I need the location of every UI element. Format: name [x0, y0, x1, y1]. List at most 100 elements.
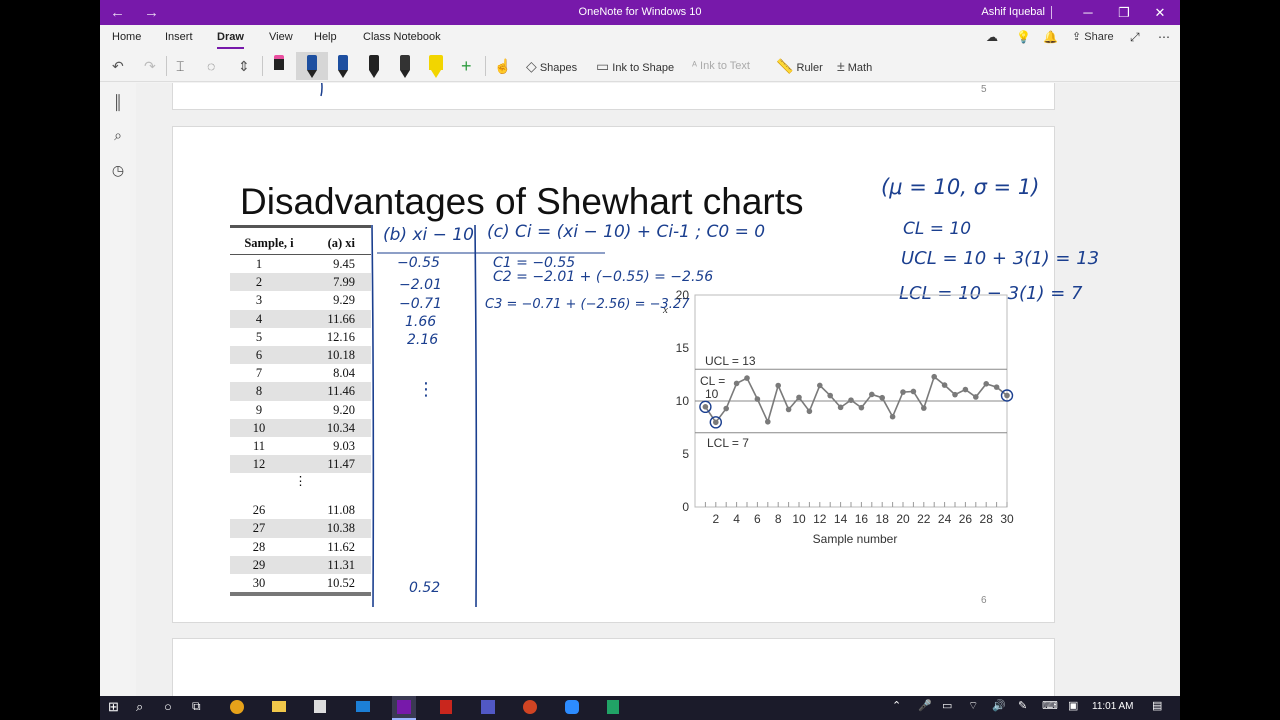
file-explorer-icon[interactable] — [272, 701, 286, 712]
ink-ucl: UCL = 10 + 3(1) = 13 — [901, 248, 1100, 269]
ink-to-text-button[interactable]: ᴬ Ink to Text — [692, 50, 750, 82]
tab-home[interactable]: Home — [112, 25, 141, 50]
excel-icon[interactable] — [607, 700, 619, 714]
black-pen-2-icon[interactable] — [363, 52, 385, 80]
teams-icon[interactable] — [481, 700, 495, 714]
pen-tip — [338, 70, 348, 78]
sync-icon[interactable]: ☁ — [986, 25, 998, 50]
table-row: 8 11.46 — [230, 382, 371, 401]
more-options-icon[interactable]: ⋯ — [1158, 25, 1170, 50]
pencil-icon[interactable] — [394, 52, 416, 80]
data-point — [1004, 392, 1010, 399]
blue-pen-icon[interactable] — [296, 52, 328, 80]
store-icon[interactable] — [314, 700, 326, 713]
black-pen-icon[interactable] — [332, 52, 354, 80]
keyboard-icon[interactable]: ⌨ — [1042, 699, 1058, 712]
sample-value: 11.66 — [327, 311, 355, 326]
toolbar-divider — [166, 56, 167, 76]
page-canvas[interactable]: 5 Disadvantages of Shewhart charts Sampl… — [136, 83, 1180, 696]
x-tick-label: 30 — [1000, 512, 1014, 526]
restore-button[interactable]: ❐ — [1106, 0, 1142, 25]
table-row: 3 9.29 — [230, 291, 371, 309]
pen-body — [400, 55, 410, 70]
redo-icon[interactable]: ↷ — [144, 50, 156, 82]
start-icon[interactable]: ⊞ — [108, 700, 122, 714]
tab-view[interactable]: View — [269, 25, 293, 50]
microphone-icon[interactable]: 🎤 — [918, 699, 932, 712]
highlighter-icon[interactable] — [425, 52, 447, 80]
close-button[interactable]: ✕ — [1142, 0, 1178, 25]
table-row: 4 11.66 — [230, 309, 371, 328]
add-space-icon[interactable]: ⇕ — [238, 50, 250, 82]
mail-icon[interactable] — [356, 701, 370, 712]
volume-icon[interactable]: 🔊 — [992, 699, 1006, 712]
sample-value: 10.34 — [326, 420, 355, 435]
lasso-select-icon[interactable]: ◌ — [207, 50, 215, 82]
sample-index: 1 — [255, 257, 263, 271]
data-point — [921, 405, 927, 411]
task-view-icon[interactable]: ⧉ — [192, 699, 201, 714]
search-taskbar-icon[interactable]: ⌕ — [136, 699, 143, 715]
data-point — [941, 382, 948, 388]
recent-clock-icon[interactable]: ◷ — [109, 161, 127, 179]
sample-value: 10.18 — [326, 347, 355, 362]
ink-b-last: 0.52 — [409, 580, 441, 596]
powerpoint-icon[interactable] — [523, 700, 537, 714]
touch-draw-icon[interactable]: ☝ — [494, 50, 511, 82]
chrome-icon[interactable] — [230, 700, 244, 714]
user-name[interactable]: Ashif Iquebal — [981, 0, 1045, 25]
ink-to-shape-button[interactable]: ▭ Ink to Shape — [596, 50, 674, 82]
table-row: 29 11.31 — [230, 555, 371, 574]
math-button[interactable]: ± Math — [837, 50, 872, 82]
tab-class-notebook[interactable]: Class Notebook — [363, 25, 441, 50]
undo-icon[interactable]: ↶ — [112, 50, 124, 82]
data-table: Sample, i (a) xi 1 9.45 2 7.99 3 9.29 4 11.66 5 1… — [230, 225, 371, 597]
expand-icon[interactable]: ⤢ — [1130, 25, 1140, 50]
zoom-icon[interactable] — [565, 700, 579, 714]
sample-index: 6 — [255, 347, 263, 362]
onenote-taskbar-item[interactable] — [392, 696, 416, 720]
draw-toolbar: ↶ ↷ ⌶ ◌ ⇕ + ☝ ◇ Shapes ▭ Ink to Shape ᴬ … — [100, 50, 1180, 82]
tab-insert[interactable]: Insert — [165, 25, 193, 50]
y-axis-label: x — [662, 304, 668, 316]
search-icon[interactable]: ⌕ — [109, 126, 127, 144]
tab-help[interactable]: Help — [314, 25, 337, 50]
table-row: 2 7.99 — [230, 273, 371, 292]
ink-to-shape-icon: ▭ — [596, 58, 610, 74]
ink-stroke — [320, 83, 323, 97]
data-point — [713, 419, 719, 426]
cortana-icon[interactable]: ○ — [164, 699, 172, 714]
acrobat-icon[interactable] — [440, 700, 452, 714]
bell-icon[interactable]: 🔔 — [1043, 25, 1058, 50]
tab-draw[interactable]: Draw — [217, 25, 244, 50]
tray-chevron-icon[interactable]: ⌃ — [892, 699, 901, 712]
notebooks-icon[interactable]: ║ — [109, 93, 127, 111]
notifications-icon[interactable]: ▤ — [1152, 699, 1162, 712]
x-tick-label: 10 — [792, 512, 806, 526]
battery-icon[interactable]: ▭ — [942, 699, 952, 712]
title-separator — [1051, 6, 1052, 19]
ruler-button[interactable]: 📏 Ruler — [776, 50, 823, 82]
minimize-button[interactable]: ─ — [1070, 0, 1106, 25]
share-button[interactable]: ⇪ Share — [1072, 25, 1114, 50]
onenote-icon — [397, 700, 411, 714]
pen-tray-icon[interactable]: ✎ — [1018, 699, 1027, 712]
ink-b-value: −2.01 — [399, 277, 442, 293]
clock[interactable]: 11:01 AM — [1092, 701, 1134, 712]
pen-body — [338, 55, 348, 70]
eraser-pen-icon[interactable] — [268, 52, 290, 80]
data-point — [858, 404, 865, 411]
table-row: 27 10.38 — [230, 519, 371, 538]
ink-col-c-header: (c) Ci = (xi − 10) + Ci-1 ; C0 = 0 — [487, 222, 766, 242]
taskbar: ⊞ ⌕ ○ ⧉ ⌃ 🎤 ▭ ⌔ 🔊 ✎ ⌨ ▣ 11:01 AM ▤ — [100, 696, 1180, 720]
display-icon[interactable]: ▣ — [1068, 699, 1078, 712]
sample-index: 26 — [252, 503, 266, 518]
add-pen-icon[interactable]: + — [461, 50, 472, 82]
type-select-icon[interactable]: ⌶ — [176, 50, 184, 82]
shapes-button[interactable]: ◇ Shapes — [526, 50, 577, 82]
table-row: 7 8.04 — [230, 364, 371, 382]
lightbulb-icon[interactable]: 💡 — [1016, 25, 1031, 50]
data-point — [806, 408, 813, 415]
sample-value: 7.99 — [333, 275, 355, 290]
wifi-icon[interactable]: ⌔ — [968, 699, 978, 713]
